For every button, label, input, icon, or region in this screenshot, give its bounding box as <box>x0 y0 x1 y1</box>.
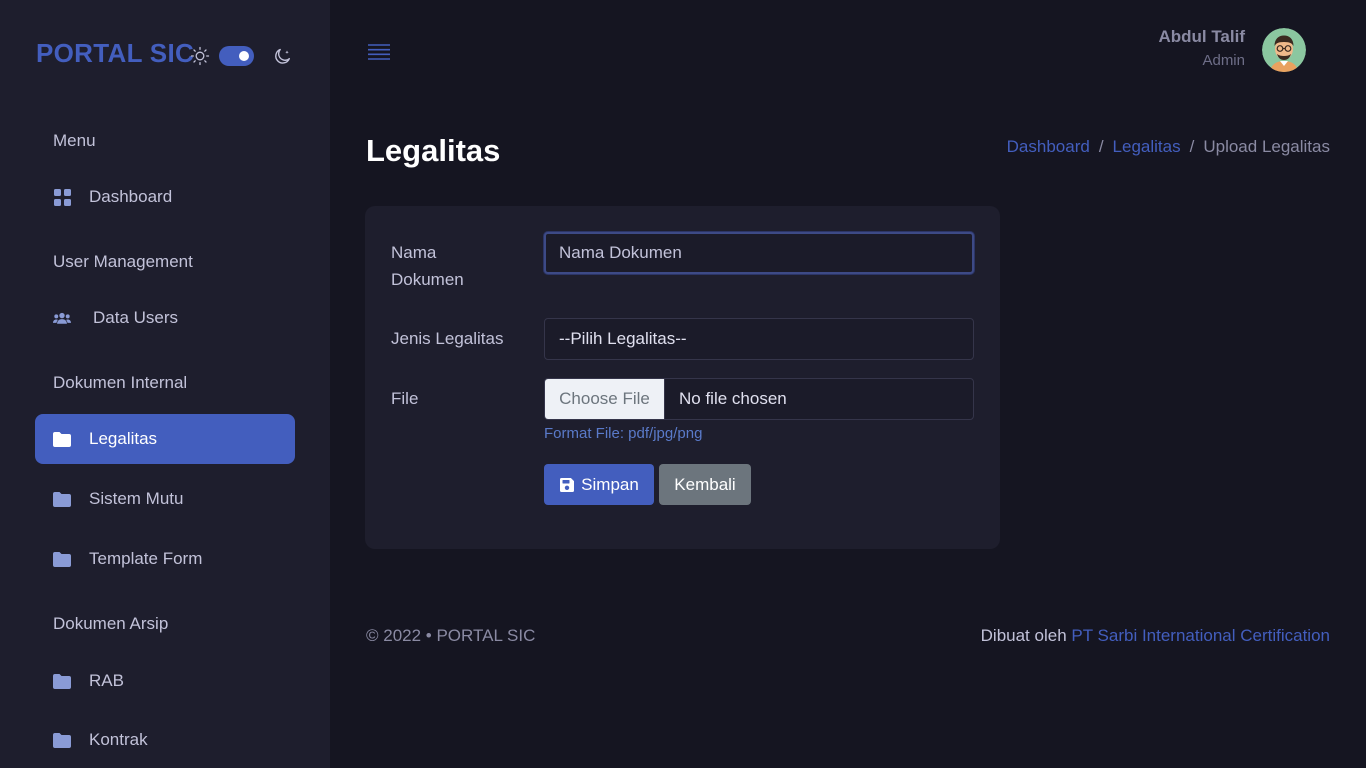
breadcrumb-separator: / <box>1189 137 1195 156</box>
file-format-help: Format File: pdf/jpg/png <box>544 425 703 442</box>
nama-dokumen-label: Nama Dokumen <box>391 239 464 293</box>
sun-icon <box>190 46 210 66</box>
avatar[interactable] <box>1262 28 1306 72</box>
choose-file-button[interactable]: Choose File <box>545 379 665 419</box>
sidebar-section-menu: Menu <box>53 131 96 150</box>
nama-label-line1: Nama <box>391 243 437 262</box>
sidebar-item-dashboard[interactable]: Dashboard <box>35 172 295 222</box>
user-name: Abdul Talif <box>1158 27 1245 46</box>
simpan-label: Simpan <box>581 474 639 494</box>
breadcrumb-link-dashboard[interactable]: Dashboard <box>1007 137 1090 157</box>
jenis-legalitas-select[interactable]: --Pilih Legalitas-- <box>544 318 974 360</box>
avatar-image <box>1262 28 1306 72</box>
folder-icon <box>53 672 71 690</box>
folder-icon <box>53 430 71 448</box>
sidebar-item-label: Legalitas <box>89 429 158 448</box>
breadcrumb: Dashboard / Legalitas / Upload Legalitas <box>1007 137 1330 157</box>
sidebar-item-label: Data Users <box>93 308 179 327</box>
sidebar-item-rab[interactable]: RAB <box>35 656 295 706</box>
upload-form-card: Nama Dokumen Nama Dokumen Jenis Legalita… <box>365 206 1000 549</box>
sidebar-item-template-form[interactable]: Template Form <box>35 534 295 584</box>
folder-icon <box>53 490 71 508</box>
sidebar-item-label: Dashboard <box>89 187 173 206</box>
footer-credit: Dibuat oleh PT Sarbi International Certi… <box>981 626 1330 646</box>
file-label: File <box>391 389 419 408</box>
users-icon <box>53 309 71 327</box>
breadcrumb-link-legalitas[interactable]: Legalitas <box>1113 137 1181 157</box>
sidebar-item-sistem-mutu[interactable]: Sistem Mutu <box>35 474 295 524</box>
theme-toggle <box>190 46 293 66</box>
hamburger-menu-icon[interactable] <box>367 41 391 63</box>
simpan-button[interactable]: Simpan <box>544 464 654 505</box>
sidebar-item-label: RAB <box>89 671 124 690</box>
switch-knob <box>239 51 249 61</box>
sidebar: PORTAL SIC Menu Dashboard User Managemen… <box>0 0 330 768</box>
file-status: No file chosen <box>679 389 787 408</box>
file-input[interactable]: Choose File No file chosen <box>544 378 974 420</box>
save-icon <box>560 477 575 492</box>
sidebar-section-dokumen-arsip: Dokumen Arsip <box>53 614 169 633</box>
sidebar-item-label: Sistem Mutu <box>89 489 184 508</box>
folder-icon <box>53 731 71 749</box>
sidebar-section-user-management: User Management <box>53 252 193 271</box>
user-role: Admin <box>1202 52 1245 69</box>
sidebar-item-data-users[interactable]: Data Users <box>35 293 295 343</box>
sidebar-section-dokumen-internal: Dokumen Internal <box>53 373 188 392</box>
breadcrumb-current: Upload Legalitas <box>1203 137 1330 156</box>
footer-company-link[interactable]: PT Sarbi International Certification <box>1071 626 1330 645</box>
nama-label-line2: Dokumen <box>391 270 464 289</box>
sidebar-item-legalitas[interactable]: Legalitas <box>35 414 295 464</box>
footer-credit-prefix: Dibuat oleh <box>980 626 1067 645</box>
nama-dokumen-placeholder: Nama Dokumen <box>559 243 682 262</box>
brand-logo[interactable]: PORTAL SIC <box>36 38 194 69</box>
sidebar-item-label: Template Form <box>89 549 203 568</box>
moon-icon <box>275 48 290 64</box>
grid-icon <box>53 188 71 206</box>
dark-mode-switch[interactable] <box>219 46 254 66</box>
jenis-legalitas-selected: --Pilih Legalitas-- <box>559 329 687 348</box>
sidebar-item-label: Kontrak <box>89 730 148 749</box>
nama-dokumen-input[interactable]: Nama Dokumen <box>544 232 974 274</box>
footer-copyright: © 2022 • PORTAL SIC <box>366 626 536 645</box>
kembali-button[interactable]: Kembali <box>659 464 751 505</box>
jenis-legalitas-label: Jenis Legalitas <box>391 329 504 348</box>
page-title: Legalitas <box>366 133 501 168</box>
breadcrumb-separator: / <box>1098 137 1104 156</box>
folder-icon <box>53 550 71 568</box>
sidebar-item-kontrak[interactable]: Kontrak <box>35 715 295 765</box>
